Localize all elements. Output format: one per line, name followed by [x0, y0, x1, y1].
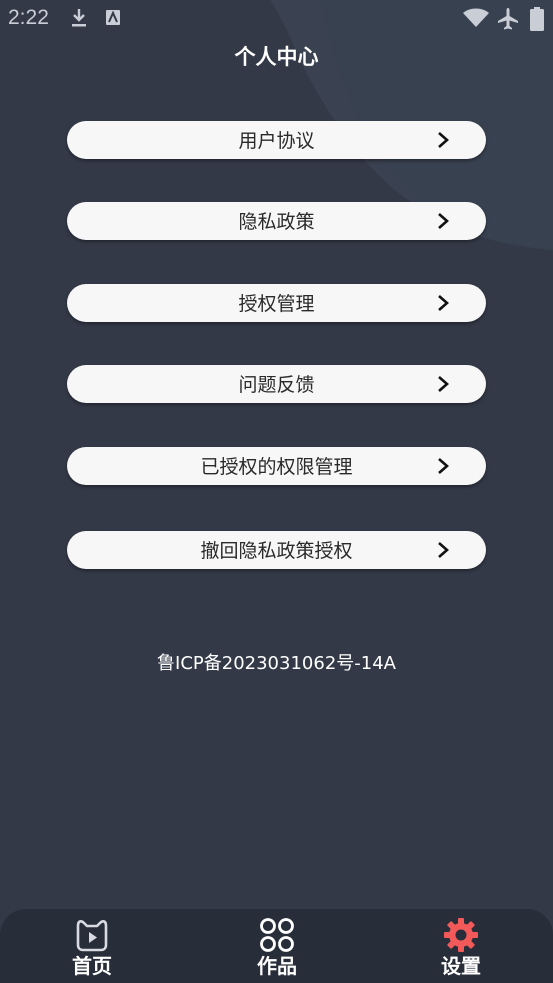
page-title: 个人中心 [234, 45, 319, 69]
menu-item-label: 已授权的权限管理 [200, 456, 353, 478]
tab-label: 首页 [72, 954, 112, 978]
grid-circles-icon [260, 918, 294, 952]
menu-item-privacy-policy[interactable]: 隐私政策 [67, 202, 486, 240]
menu-item-user-agreement[interactable]: 用户协议 [67, 121, 486, 159]
menu-item-label: 授权管理 [238, 293, 315, 315]
menu-item-label: 用户协议 [238, 130, 315, 152]
tab-home[interactable]: 首页 [32, 909, 152, 983]
menu-item-label: 问题反馈 [238, 374, 315, 396]
bottom-tab-bar: 首页 作品 设置 [0, 909, 553, 983]
wifi-icon [463, 8, 489, 27]
chevron-right-icon [438, 132, 449, 148]
battery-icon [530, 7, 544, 31]
notification-icon [106, 10, 120, 25]
icp-registration-text: 鲁ICP备2023031062号-14A [157, 653, 396, 674]
chevron-right-icon [438, 295, 449, 311]
menu-item-authorization-management[interactable]: 授权管理 [67, 284, 486, 322]
download-icon [72, 9, 86, 27]
status-time: 2:22 [8, 6, 49, 29]
chevron-right-icon [438, 542, 449, 558]
menu-item-feedback[interactable]: 问题反馈 [67, 365, 486, 403]
tab-works[interactable]: 作品 [217, 909, 337, 983]
chevron-right-icon [438, 458, 449, 474]
play-video-icon [76, 920, 108, 952]
status-bar: 2:22 [0, 0, 553, 38]
menu-item-revoke-privacy-consent[interactable]: 撤回隐私政策授权 [67, 531, 486, 569]
menu-item-granted-permissions[interactable]: 已授权的权限管理 [67, 447, 486, 485]
gear-icon [444, 918, 478, 952]
tab-settings[interactable]: 设置 [401, 909, 521, 983]
menu-item-label: 隐私政策 [238, 211, 315, 233]
airplane-mode-icon [498, 8, 518, 30]
tab-label: 设置 [441, 954, 481, 978]
tab-label: 作品 [257, 954, 297, 978]
chevron-right-icon [438, 376, 449, 392]
menu-item-label: 撤回隐私政策授权 [200, 540, 353, 562]
chevron-right-icon [438, 213, 449, 229]
